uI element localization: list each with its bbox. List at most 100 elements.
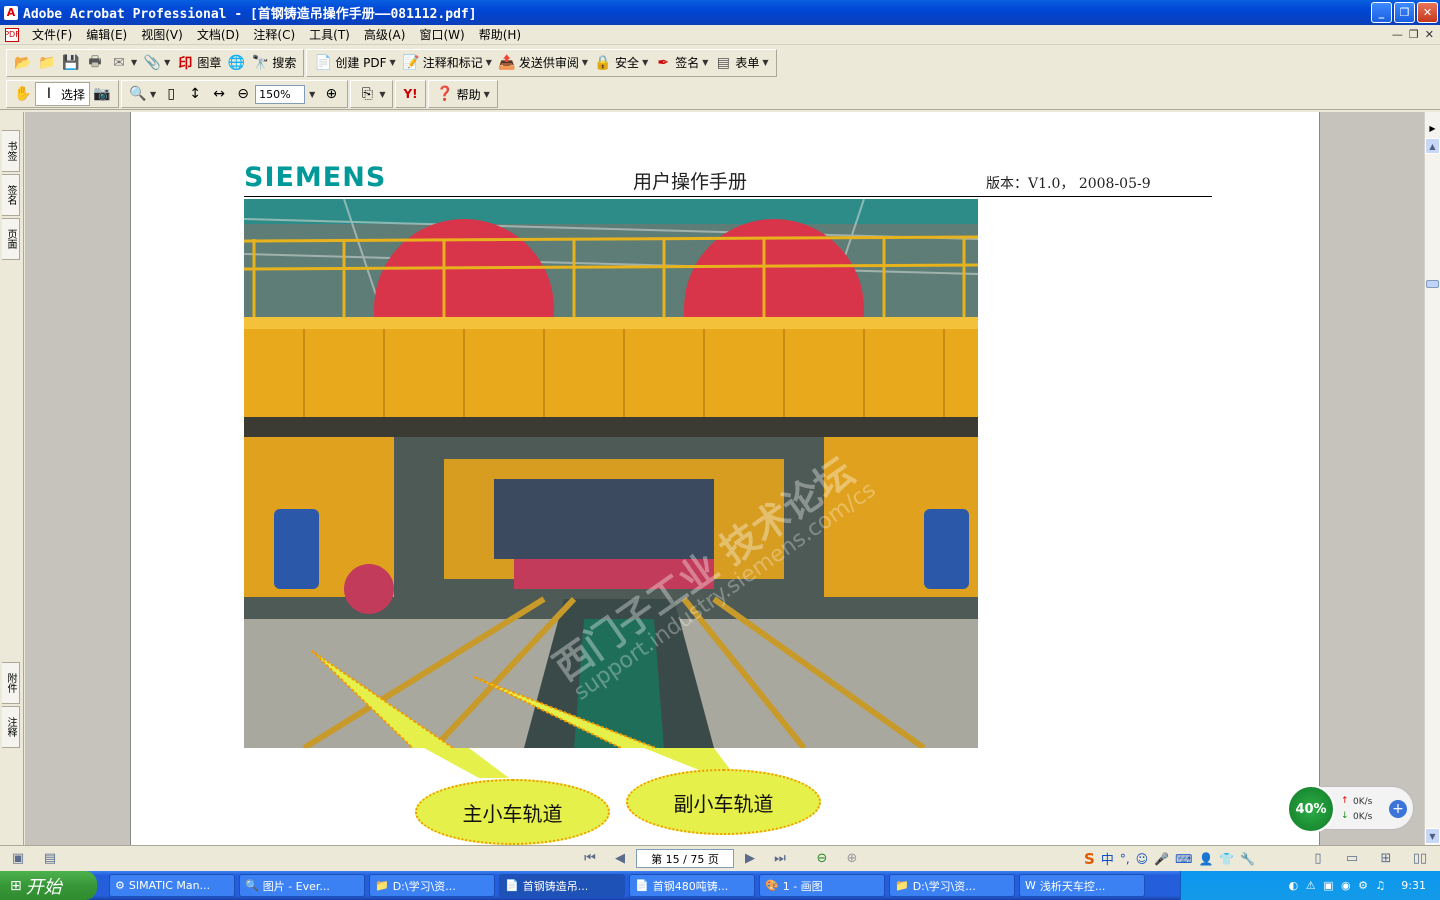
tab-signatures[interactable]: 签名 (2, 174, 20, 216)
zoom-level-input[interactable]: 150% (255, 84, 306, 104)
menu-file[interactable]: 文件(F) (25, 26, 79, 43)
scroll-up-button[interactable]: ▲ (1425, 138, 1440, 154)
rotate-dropdown-arrow[interactable]: ▼ (379, 90, 385, 99)
doc-minimize-button[interactable]: — (1392, 28, 1403, 41)
start-button[interactable]: ⊞ 开始 (0, 871, 97, 900)
yahoo-button[interactable]: Y! (400, 82, 420, 106)
wrench-icon[interactable]: 🔧 (1240, 852, 1255, 866)
sogou-icon[interactable]: S (1084, 850, 1095, 868)
tab-pages[interactable]: 页面 (2, 218, 20, 260)
keyboard-icon[interactable]: ⌨ (1175, 852, 1192, 866)
first-page-button[interactable]: ⏮ (580, 849, 600, 869)
comment-dropdown-arrow[interactable]: ▼ (486, 58, 492, 67)
security-button[interactable]: 🔒 安全 ▼ (591, 51, 651, 75)
taskbar-item[interactable]: 📁 D:\学习\资... (889, 874, 1015, 897)
taskbar-item[interactable]: 🎨 1 - 画图 (759, 874, 885, 897)
select-tool-button[interactable]: I 选择 (35, 82, 91, 106)
create-pdf-button[interactable]: 📄 创建 PDF ▼ (311, 51, 398, 75)
chinese-mode-icon[interactable]: 中 (1101, 849, 1114, 868)
sign-button[interactable]: ✒ 签名 ▼ (651, 51, 711, 75)
tab-bookmarks[interactable]: 书签 (2, 130, 20, 172)
open-button[interactable]: 📂 (11, 51, 35, 75)
next-view-button[interactable]: ⊕ (842, 849, 862, 869)
continuous-facing-icon[interactable]: ⊞ (1376, 849, 1396, 869)
organizer-button[interactable]: 📁 (35, 51, 59, 75)
menu-view[interactable]: 视图(V) (134, 26, 190, 43)
prev-page-button[interactable]: ◀ (610, 849, 630, 869)
tab-comments[interactable]: 注释 (2, 706, 20, 748)
scroll-thumb[interactable] (1426, 280, 1439, 288)
taskbar-item[interactable]: 🔍 图片 - Ever... (239, 874, 365, 897)
doc-close-button[interactable]: ✕ (1425, 28, 1434, 41)
web-button[interactable]: 🌐 (224, 51, 248, 75)
security-dropdown-arrow[interactable]: ▼ (642, 58, 648, 67)
page-number-input[interactable]: 第 15 / 75 页 (636, 849, 734, 868)
hand-tool-button[interactable]: ✋ (11, 82, 35, 106)
facing-page-icon[interactable]: ▯▯ (1410, 849, 1430, 869)
actual-size-button[interactable]: ▯ (159, 82, 183, 106)
page-options-icon[interactable]: ▤ (40, 849, 60, 869)
menu-edit[interactable]: 编辑(E) (79, 26, 134, 43)
zoom-tool-button[interactable]: 🔍 ▼ (126, 82, 159, 106)
punctuation-icon[interactable]: °, (1120, 852, 1130, 866)
fit-width-button[interactable]: ↔ (207, 82, 231, 106)
continuous-page-icon[interactable]: ▭ (1342, 849, 1362, 869)
search-button[interactable]: 🔭 搜索 (248, 51, 299, 75)
stamp-button[interactable]: 印图章 (173, 51, 224, 75)
rotate-button[interactable]: ⎘ ▼ (355, 82, 388, 106)
user-icon[interactable]: 👤 (1198, 852, 1213, 866)
comment-markup-button[interactable]: 📝 注释和标记 ▼ (399, 51, 495, 75)
menu-comments[interactable]: 注释(C) (246, 26, 302, 43)
email-dropdown-arrow[interactable]: ▼ (131, 58, 137, 67)
last-page-button[interactable]: ⏭ (770, 849, 790, 869)
save-button[interactable]: 💾 (59, 51, 83, 75)
options-menu-button[interactable]: ▶ (1425, 120, 1440, 136)
forms-button[interactable]: ▤ 表单 ▼ (711, 51, 771, 75)
taskbar-item[interactable]: 📄 首钢铸造吊... (499, 874, 625, 897)
shirt-icon[interactable]: 👕 (1219, 852, 1234, 866)
help-button[interactable]: ❓ 帮助 ▼ (433, 82, 493, 106)
single-page-icon[interactable]: ▯ (1308, 849, 1328, 869)
smiley-icon[interactable]: ☺ (1136, 852, 1149, 866)
help-dropdown-arrow[interactable]: ▼ (484, 90, 490, 99)
next-page-button[interactable]: ▶ (740, 849, 760, 869)
scroll-down-button[interactable]: ▼ (1425, 828, 1440, 844)
menu-window[interactable]: 窗口(W) (412, 26, 471, 43)
previous-view-button[interactable]: ⊖ (812, 849, 832, 869)
menu-tools[interactable]: 工具(T) (302, 26, 357, 43)
vertical-scrollbar[interactable]: ▶ ▲ ▼ (1424, 112, 1440, 845)
taskbar-item[interactable]: W 浅析天车控... (1019, 874, 1145, 897)
taskbar-item[interactable]: 📄 首钢480吨铸... (629, 874, 755, 897)
document-view[interactable]: SIEMENS 用户操作手册 版本：V1.0， 2008-05-9 西门子工业 … (25, 112, 1425, 845)
sign-dropdown-arrow[interactable]: ▼ (702, 58, 708, 67)
fit-page-button[interactable]: ↕ (183, 82, 207, 106)
zoom-tool-dropdown-arrow[interactable]: ▼ (150, 90, 156, 99)
page-layout-icon[interactable]: ▣ (8, 849, 28, 869)
snapshot-button[interactable]: 📷 (90, 82, 114, 106)
add-icon[interactable]: + (1389, 800, 1407, 818)
print-button[interactable]: 🖶 (83, 51, 107, 75)
taskbar-item[interactable]: 📁 D:\学习\资... (369, 874, 495, 897)
microphone-icon[interactable]: 🎤 (1154, 852, 1169, 866)
zoom-out-button[interactable]: ⊖ (231, 82, 255, 106)
menu-advanced[interactable]: 高级(A) (357, 26, 413, 43)
restore-button[interactable]: ❐ (1394, 2, 1415, 23)
email-button[interactable]: ✉ ▼ (107, 51, 140, 75)
doc-restore-button[interactable]: ❐ (1409, 28, 1419, 41)
send-review-button[interactable]: 📤 发送供审阅 ▼ (495, 51, 591, 75)
zoom-level-dropdown-arrow[interactable]: ▼ (309, 90, 315, 99)
menu-help[interactable]: 帮助(H) (472, 26, 528, 43)
forms-dropdown-arrow[interactable]: ▼ (762, 58, 768, 67)
send-review-dropdown-arrow[interactable]: ▼ (582, 58, 588, 67)
minimize-button[interactable]: _ (1371, 2, 1392, 23)
create-pdf-dropdown-arrow[interactable]: ▼ (390, 58, 396, 67)
taskbar-item[interactable]: ⚙ SIMATIC Man... (109, 874, 235, 897)
tab-attachments[interactable]: 附件 (2, 662, 20, 704)
close-button[interactable]: ✕ (1417, 2, 1438, 23)
tray-icons[interactable]: ◐ ⚠ ▣ ◉ ⚙ ♫ (1289, 879, 1388, 892)
attach-dropdown-arrow[interactable]: ▼ (164, 58, 170, 67)
menu-document[interactable]: 文档(D) (190, 26, 247, 43)
zoom-in-button[interactable]: ⊕ (319, 82, 343, 106)
network-speed-widget[interactable]: 40% ↑ 0K/s ↓ 0K/s + (1287, 785, 1414, 833)
document-icon[interactable]: PDF (4, 27, 20, 42)
